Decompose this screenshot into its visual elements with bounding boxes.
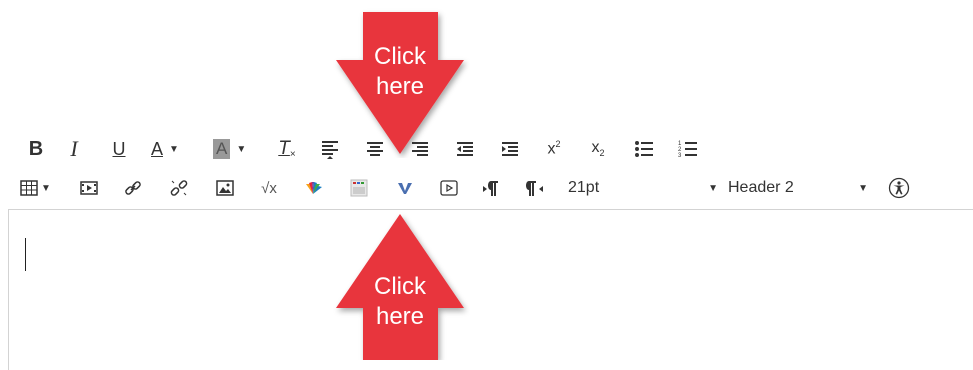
media-icon (80, 181, 98, 195)
chevron-down-icon: ▼ (41, 182, 51, 194)
align-right-button[interactable] (409, 136, 431, 162)
ltr-paragraph-icon (483, 181, 498, 196)
callout-arrow-bottom: Click here (330, 210, 470, 360)
nbc-button[interactable] (302, 175, 324, 201)
align-center-icon (367, 142, 383, 156)
media-button[interactable] (78, 175, 100, 201)
font-size-select[interactable]: 21pt ▼ (568, 175, 718, 201)
indent-icon (502, 142, 518, 156)
unlink-button[interactable] (168, 175, 190, 201)
italic-icon: I (70, 136, 78, 161)
accessibility-button[interactable] (886, 175, 912, 201)
italic-button[interactable]: I (64, 136, 84, 162)
numbered-list-icon: 123 (678, 141, 697, 159)
bold-button[interactable]: B (24, 136, 48, 162)
v-logo-icon (398, 183, 412, 194)
clear-formatting-button[interactable]: T × (276, 136, 298, 162)
chevron-down-icon: ▼ (169, 143, 179, 155)
embed-button[interactable] (348, 175, 370, 201)
align-left-button[interactable] (319, 136, 341, 162)
svg-text:3: 3 (678, 153, 682, 159)
table-icon (20, 180, 38, 196)
format-select[interactable]: Header 2 ▼ (728, 175, 868, 201)
align-right-icon (412, 142, 428, 156)
clear-x-icon: × (289, 148, 296, 160)
callout-bottom-line2: here (375, 303, 425, 330)
ltr-button[interactable] (480, 175, 502, 201)
indent-button[interactable] (499, 136, 521, 162)
toolbar-row-1: B I U A ▼ A ▼ T × x2 x2 123 (14, 136, 973, 166)
link-button[interactable] (122, 175, 144, 201)
format-value: Header 2 (728, 179, 794, 196)
image-button[interactable] (214, 175, 236, 201)
superscript-button[interactable]: x2 (542, 136, 566, 162)
equation-icon: √x (261, 179, 277, 197)
editor-content-area[interactable] (8, 209, 973, 370)
bullet-list-button[interactable] (632, 136, 656, 162)
rtl-paragraph-icon (526, 181, 543, 196)
background-color-icon: A (213, 139, 231, 159)
chevron-down-icon: ▼ (858, 182, 868, 194)
clear-formatting-icon: T (278, 138, 290, 159)
table-button[interactable]: ▼ (20, 175, 60, 201)
equation-button[interactable]: √x (256, 175, 282, 201)
background-color-button[interactable]: A ▼ (213, 136, 261, 162)
align-center-button[interactable] (364, 136, 386, 162)
outdent-icon (457, 142, 473, 156)
embed-icon (350, 179, 368, 197)
link-icon (125, 181, 141, 195)
unlink-icon (170, 180, 188, 196)
subscript-button[interactable]: x2 (586, 136, 610, 162)
accessibility-icon (888, 177, 910, 199)
video-button[interactable] (438, 175, 460, 201)
align-left-icon (322, 141, 338, 159)
outdent-button[interactable] (454, 136, 476, 162)
video-icon (440, 180, 458, 196)
toolbar-row-2: ▼ √x 21pt ▼ Header 2 ▼ (14, 175, 973, 205)
nbc-peacock-icon (306, 182, 322, 194)
font-size-value: 21pt (568, 179, 600, 196)
callout-top-line1: Click (374, 43, 426, 70)
bold-icon: B (28, 137, 44, 160)
vimeo-button[interactable] (394, 175, 416, 201)
chevron-down-icon: ▼ (236, 143, 247, 155)
callout-bottom-line1: Click (374, 273, 426, 300)
image-icon (216, 180, 234, 196)
text-cursor (25, 238, 26, 271)
font-color-icon: A (151, 138, 164, 159)
superscript-icon: x2 (547, 139, 561, 158)
chevron-down-icon: ▼ (708, 182, 718, 194)
font-color-button[interactable]: A ▼ (151, 136, 199, 162)
underline-button[interactable]: U (109, 136, 129, 162)
bullet-list-icon (635, 141, 653, 157)
callout-top-line2: here (375, 73, 425, 100)
numbered-list-button[interactable]: 123 (676, 136, 700, 162)
subscript-icon: x2 (591, 139, 605, 159)
rtl-button[interactable] (524, 175, 546, 201)
underline-icon: U (112, 138, 126, 159)
